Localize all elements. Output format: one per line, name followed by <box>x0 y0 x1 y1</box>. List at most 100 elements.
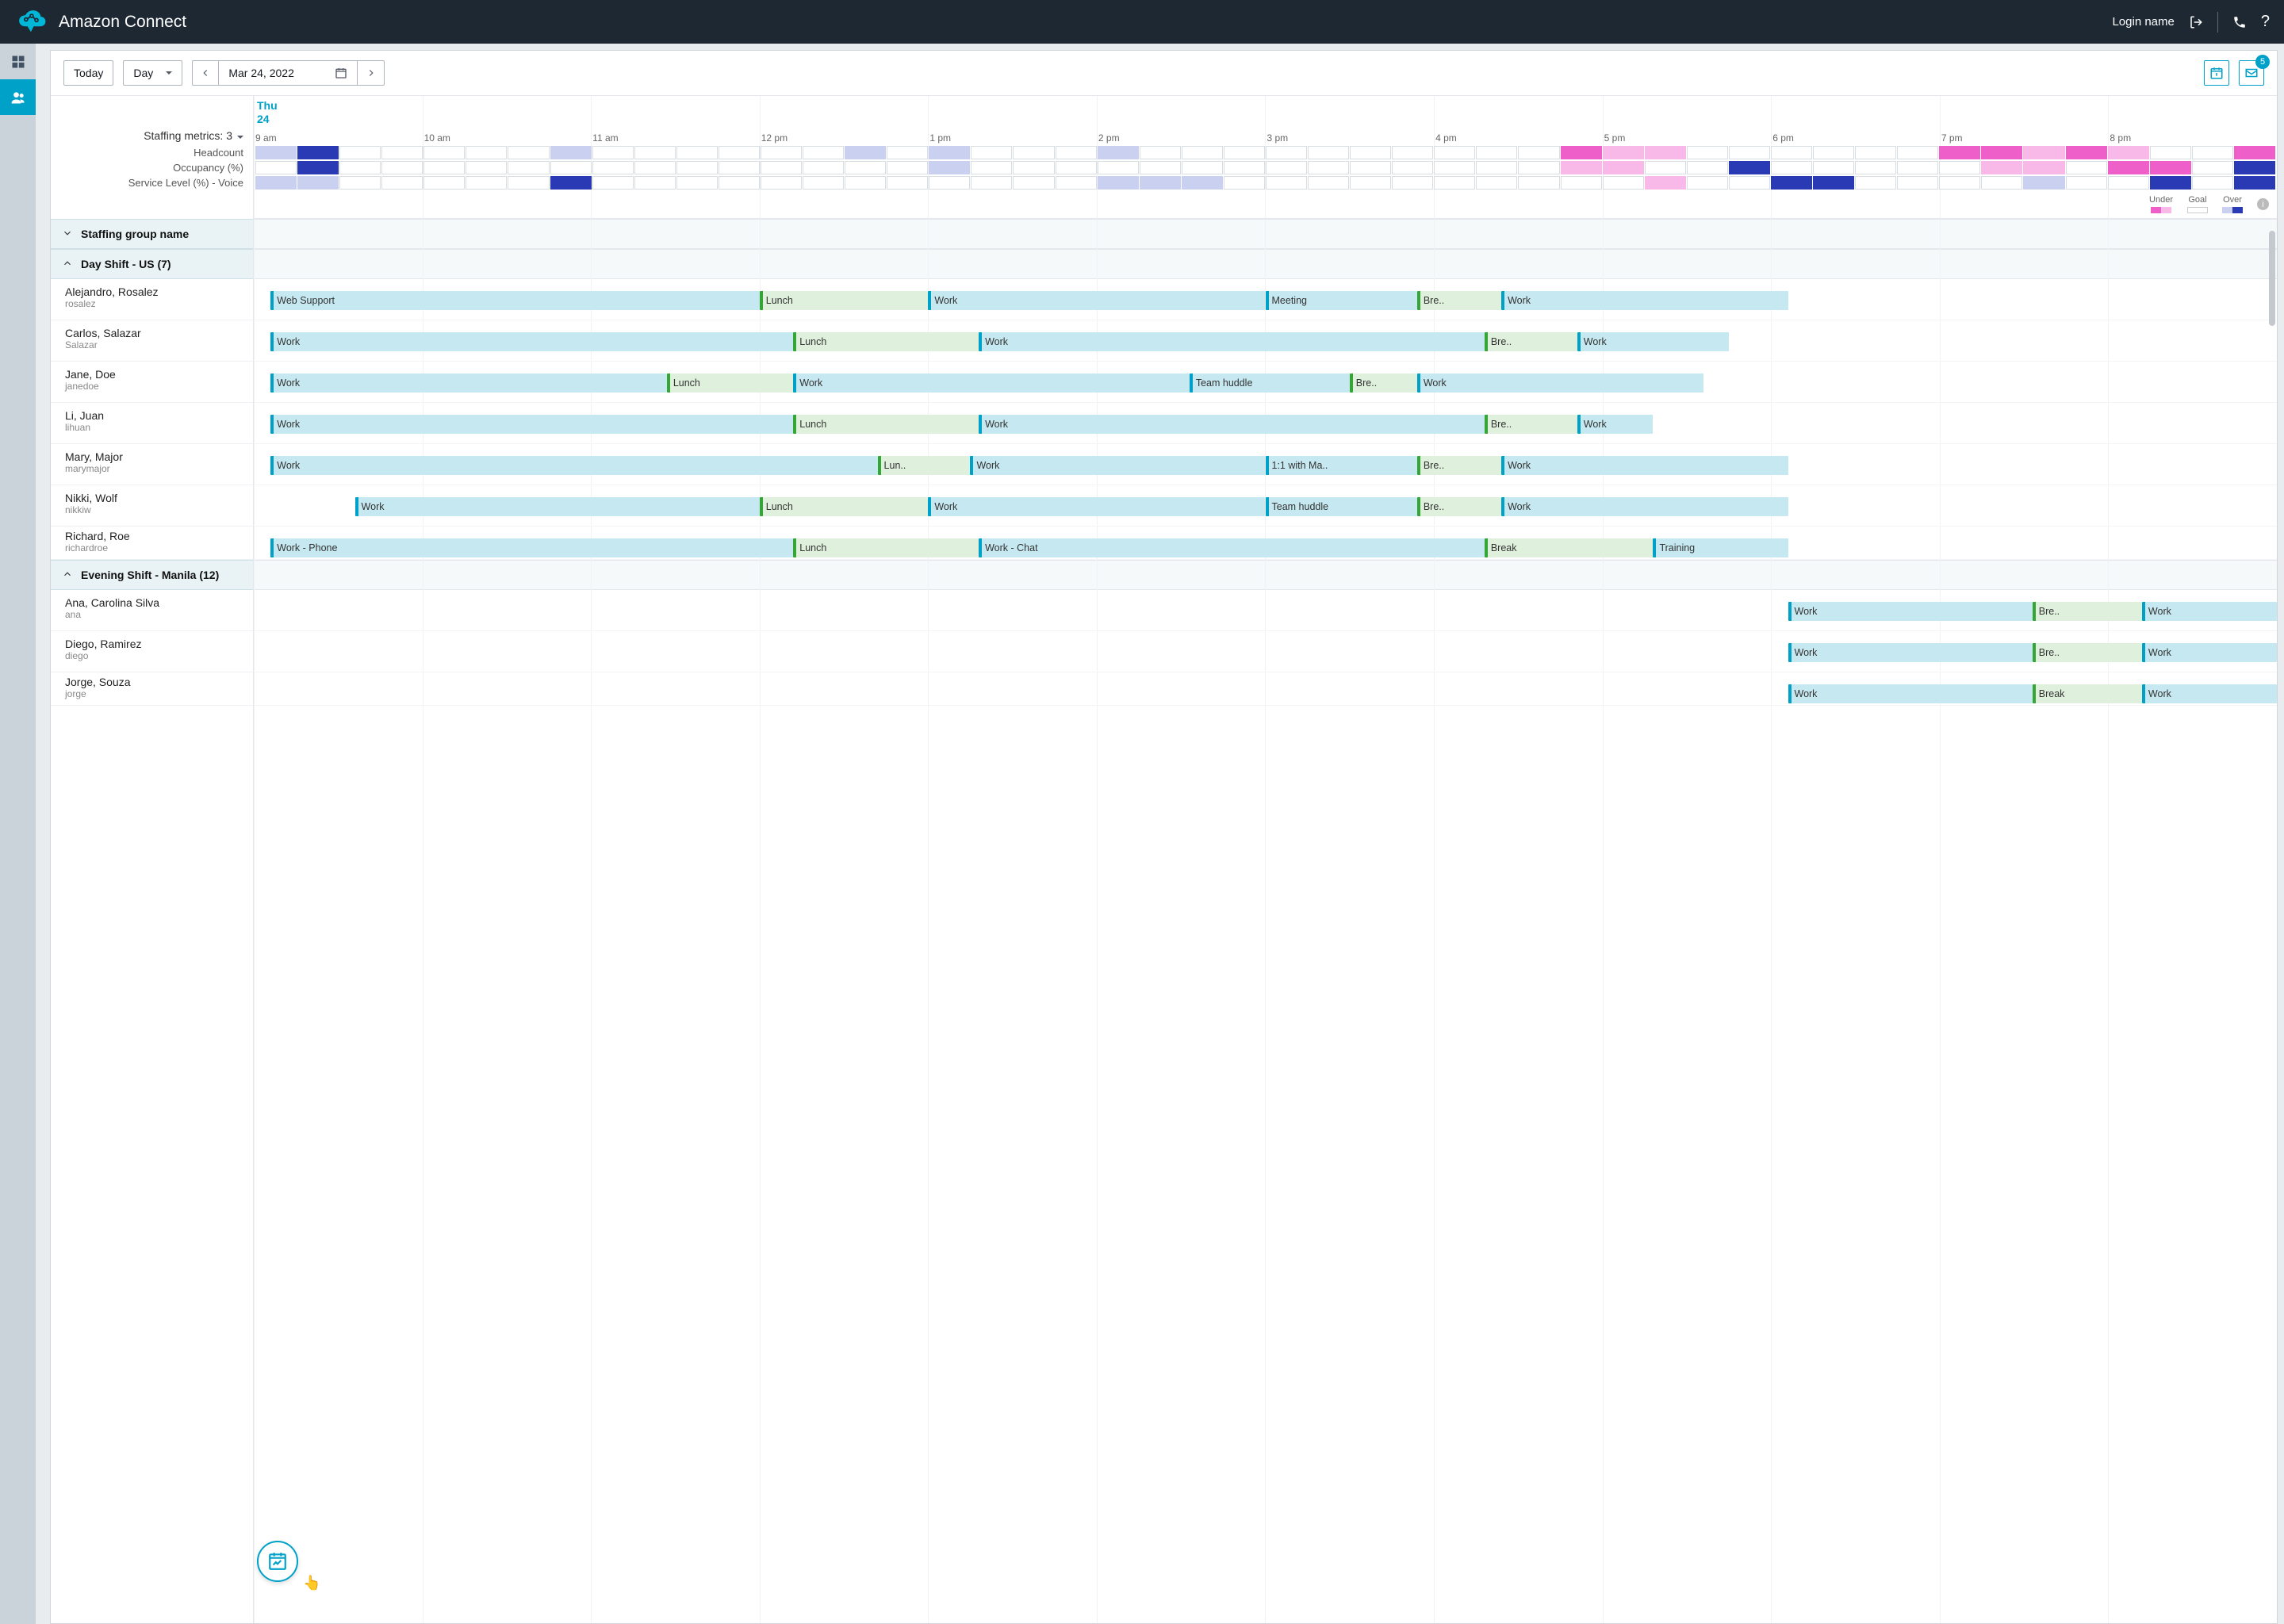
scrollbar-thumb[interactable] <box>2269 231 2275 326</box>
agent-row[interactable]: Alejandro, Rosalezrosalez <box>51 279 253 320</box>
schedule-segment[interactable]: Bre.. <box>1485 415 1577 434</box>
schedule-segment[interactable]: Lunch <box>760 291 929 310</box>
info-icon[interactable]: i <box>2257 198 2269 210</box>
schedule-lane[interactable]: WorkBre..Work <box>254 631 2277 672</box>
agent-row[interactable]: Mary, Majormarymajor <box>51 444 253 485</box>
agent-name: Ana, Carolina Silva <box>65 596 242 609</box>
agent-username: diego <box>65 650 242 661</box>
schedule-segment[interactable]: Team huddle <box>1190 373 1350 393</box>
agent-row[interactable]: Jane, Doejanedoe <box>51 362 253 403</box>
nav-people-icon[interactable] <box>0 79 36 115</box>
date-picker-button[interactable]: Mar 24, 2022 <box>219 60 358 86</box>
schedule-lane[interactable]: WorkLunchWorkTeam huddleBre..Work <box>254 485 2277 527</box>
schedule-lane[interactable]: WorkLunchWorkBre..Work <box>254 403 2277 444</box>
schedule-segment[interactable]: Team huddle <box>1266 497 1417 516</box>
schedule-segment[interactable]: Work <box>1788 643 2033 662</box>
schedule-lane[interactable]: WorkBre..Work <box>254 590 2277 631</box>
schedule-segment[interactable]: Work <box>970 456 1265 475</box>
schedule-segment[interactable]: Work <box>793 373 1190 393</box>
schedule-segment[interactable]: Work <box>1501 291 1788 310</box>
schedule-segment[interactable]: Bre.. <box>2033 602 2142 621</box>
help-icon[interactable]: ? <box>2261 13 2270 31</box>
schedule-lane[interactable]: WorkBreakWork <box>254 672 2277 706</box>
schedule-segment[interactable]: Lun.. <box>878 456 971 475</box>
prev-day-button[interactable] <box>192 60 219 86</box>
schedule-lane[interactable]: WorkLunchWorkBre..Work <box>254 320 2277 362</box>
schedule-lane[interactable]: Web SupportLunchWorkMeetingBre..Work <box>254 279 2277 320</box>
schedule-analytics-fab[interactable] <box>257 1541 298 1582</box>
schedule-segment[interactable]: Work <box>1788 684 2033 703</box>
schedule-segment[interactable]: Work <box>270 332 793 351</box>
hour-tick: 11 am <box>591 132 760 144</box>
staffing-group-header[interactable]: Day Shift - US (7) <box>51 249 253 279</box>
staffing-group-root[interactable]: Staffing group name <box>51 219 253 249</box>
today-button[interactable]: Today <box>63 60 113 86</box>
schedule-segment[interactable]: Work <box>2142 684 2277 703</box>
schedule-segment[interactable]: 1:1 with Ma.. <box>1266 456 1417 475</box>
schedule-lane[interactable]: Work - PhoneLunchWork - ChatBreakTrainin… <box>254 527 2277 560</box>
hour-tick: 9 am <box>254 132 423 144</box>
schedule-segment[interactable]: Meeting <box>1266 291 1417 310</box>
view-mode-dropdown[interactable]: Day <box>123 60 182 86</box>
phone-icon[interactable] <box>2232 15 2247 29</box>
schedule-segment[interactable]: Work <box>1417 373 1703 393</box>
schedule-segment[interactable]: Work <box>1501 456 1788 475</box>
logout-icon[interactable] <box>2189 15 2203 29</box>
nav-dashboard-icon[interactable] <box>0 44 36 79</box>
lane-root-spacer <box>254 219 2277 249</box>
schedule-segment[interactable]: Lunch <box>793 332 979 351</box>
schedule-segment[interactable]: Work - Chat <box>979 538 1485 557</box>
schedule-segment[interactable]: Bre.. <box>1417 497 1501 516</box>
inbox-button[interactable]: 5 <box>2239 60 2264 86</box>
metric-label: Occupancy (%) <box>51 160 243 175</box>
agent-row[interactable]: Jorge, Souzajorge <box>51 672 253 706</box>
agent-row[interactable]: Li, Juanlihuan <box>51 403 253 444</box>
schedule-segment[interactable]: Lunch <box>760 497 929 516</box>
agent-username: lihuan <box>65 422 242 433</box>
schedule-segment[interactable]: Bre.. <box>1485 332 1577 351</box>
schedule-segment[interactable]: Work <box>2142 602 2277 621</box>
schedule-segment[interactable]: Web Support <box>270 291 759 310</box>
schedule-segment[interactable]: Work <box>355 497 760 516</box>
agent-row[interactable]: Nikki, Wolfnikkiw <box>51 485 253 527</box>
schedule-segment[interactable]: Work <box>1577 415 1654 434</box>
schedule-segment[interactable]: Work - Phone <box>270 538 793 557</box>
next-day-button[interactable] <box>358 60 385 86</box>
staffing-group-header[interactable]: Evening Shift - Manila (12) <box>51 560 253 590</box>
agent-name: Richard, Roe <box>65 530 242 542</box>
schedule-segment[interactable]: Training <box>1653 538 1788 557</box>
schedule-segment[interactable]: Work <box>979 332 1485 351</box>
schedule-segment[interactable]: Lunch <box>667 373 793 393</box>
caret-down-icon <box>237 136 243 142</box>
schedule-segment[interactable]: Work <box>1788 602 2033 621</box>
schedule-segment[interactable]: Work <box>2142 643 2277 662</box>
agent-row[interactable]: Carlos, SalazarSalazar <box>51 320 253 362</box>
app-logo-icon <box>14 6 48 39</box>
schedule-segment[interactable]: Work <box>1577 332 1729 351</box>
schedule-segment[interactable]: Lunch <box>793 415 979 434</box>
schedule-segment[interactable]: Work <box>979 415 1485 434</box>
schedule-segment[interactable]: Work <box>270 456 877 475</box>
hour-tick: 1 pm <box>928 132 1097 144</box>
schedule-segment[interactable]: Bre.. <box>1350 373 1417 393</box>
schedule-lane[interactable]: WorkLunchWorkTeam huddleBre..Work <box>254 362 2277 403</box>
schedule-segment[interactable]: Work <box>928 291 1265 310</box>
agent-row[interactable]: Diego, Ramirezdiego <box>51 631 253 672</box>
schedule-segment[interactable]: Break <box>1485 538 1654 557</box>
schedule-segment[interactable]: Work <box>1501 497 1788 516</box>
schedule-segment[interactable]: Work <box>928 497 1265 516</box>
schedule-segment[interactable]: Break <box>2033 684 2142 703</box>
schedule-lane[interactable]: WorkLun..Work1:1 with Ma..Bre..Work <box>254 444 2277 485</box>
agent-row[interactable]: Ana, Carolina Silvaana <box>51 590 253 631</box>
agent-row[interactable]: Richard, Roerichardroe <box>51 527 253 560</box>
lane-group-spacer <box>254 249 2277 279</box>
schedule-segment[interactable]: Bre.. <box>2033 643 2142 662</box>
publish-schedule-button[interactable] <box>2204 60 2229 86</box>
schedule-segment[interactable]: Bre.. <box>1417 456 1501 475</box>
schedule-segment[interactable]: Lunch <box>793 538 979 557</box>
staffing-metrics-dropdown[interactable]: Staffing metrics: 3 <box>51 96 243 145</box>
left-rail <box>0 44 36 1624</box>
schedule-segment[interactable]: Work <box>270 373 667 393</box>
schedule-segment[interactable]: Bre.. <box>1417 291 1501 310</box>
schedule-segment[interactable]: Work <box>270 415 793 434</box>
